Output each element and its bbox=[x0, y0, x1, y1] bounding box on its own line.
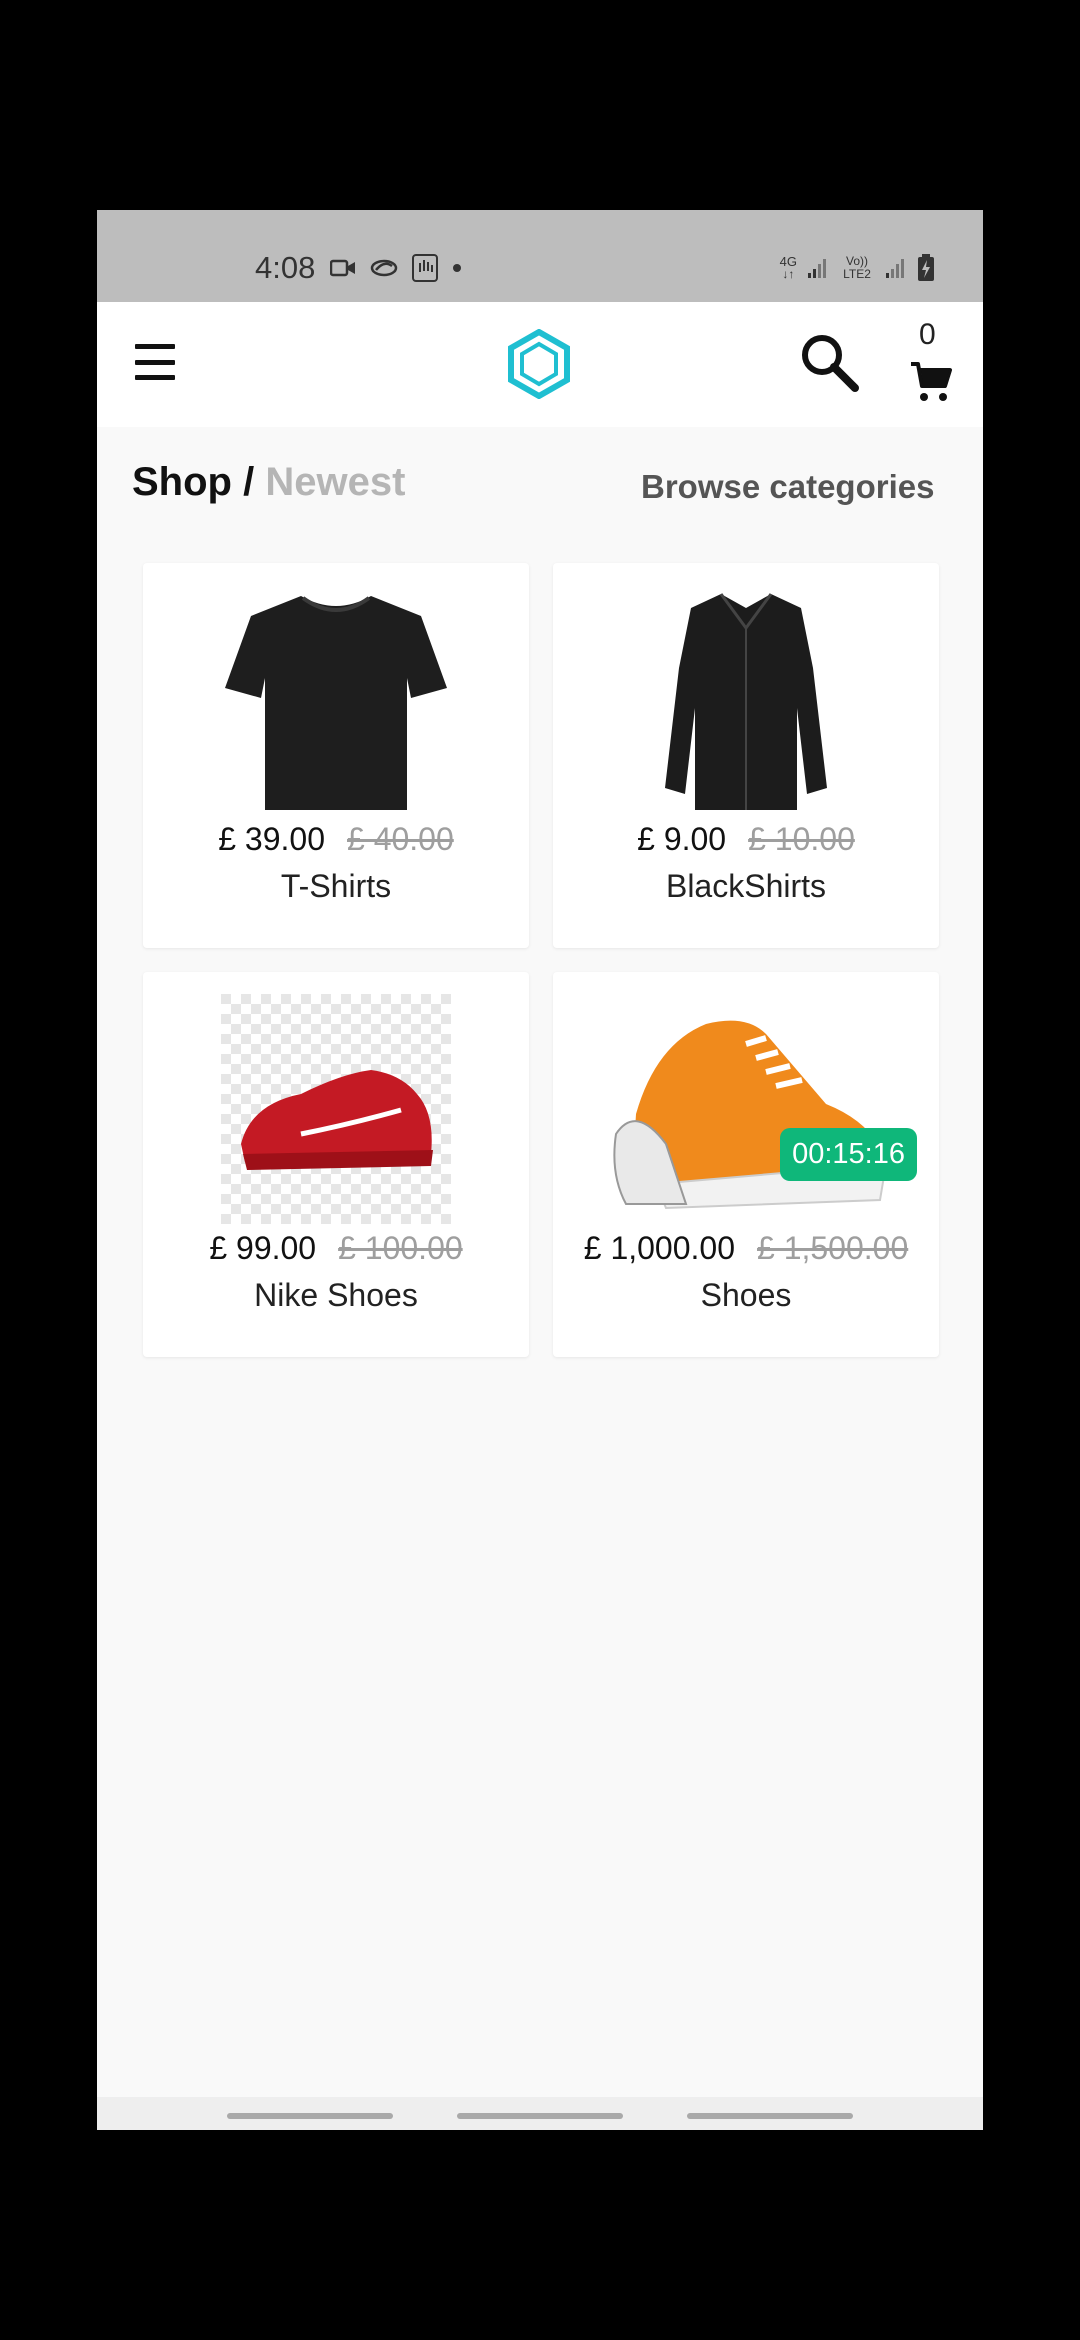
product-name: Shoes bbox=[700, 1277, 792, 1313]
dot-icon bbox=[453, 264, 461, 272]
cart-count-badge: 0 bbox=[919, 318, 936, 351]
product-card[interactable]: £ 99.00 £ 100.00 Nike Shoes bbox=[143, 972, 529, 1357]
video-icon bbox=[330, 259, 355, 277]
product-card[interactable]: 00:15:16 £ 1,000.00 £ 1,500.00 Shoes bbox=[553, 972, 939, 1357]
product-name: BlackShirts bbox=[665, 868, 827, 904]
search-icon[interactable] bbox=[797, 330, 861, 394]
nav-home-handle[interactable] bbox=[457, 2113, 623, 2119]
product-grid: £ 39.00 £ 40.00 T-Shirts £ 9.00 £ 10.00 Bl… bbox=[143, 563, 939, 1357]
product-price: £ 9.00 bbox=[637, 821, 727, 857]
app-logo[interactable] bbox=[504, 329, 574, 399]
price-row: £ 39.00 £ 40.00 bbox=[143, 821, 529, 858]
product-image bbox=[143, 585, 529, 815]
battery-charging-icon bbox=[918, 254, 934, 281]
product-image bbox=[553, 585, 939, 815]
product-name: T-Shirts bbox=[280, 868, 392, 904]
menu-button[interactable] bbox=[135, 344, 179, 380]
volte-icon: Vo)) LTE2 bbox=[843, 254, 871, 281]
signal-icon bbox=[808, 259, 826, 278]
product-card[interactable]: £ 9.00 £ 10.00 BlackShirts bbox=[553, 563, 939, 948]
product-old-price: £ 1,500.00 bbox=[757, 1230, 909, 1266]
status-time: 4:08 bbox=[255, 250, 316, 285]
black-tshirt-image bbox=[225, 595, 447, 810]
app-screen: 4:08 4G ↓↑ Vo)) LTE2 0 Shop / Newest Bro… bbox=[97, 210, 983, 2130]
cart-icon[interactable] bbox=[909, 360, 953, 404]
app-header: 0 bbox=[97, 302, 983, 427]
breadcrumb: Shop / Newest bbox=[132, 460, 405, 505]
red-sneaker-image bbox=[221, 994, 451, 1224]
network-4g-icon: 4G ↓↑ bbox=[779, 254, 797, 281]
status-icons-right: 4G ↓↑ Vo)) LTE2 bbox=[780, 254, 935, 282]
nav-back-handle[interactable] bbox=[227, 2113, 393, 2119]
product-name: Nike Shoes bbox=[254, 1277, 418, 1313]
orange-sneaker-image bbox=[613, 1020, 888, 1210]
product-old-price: £ 10.00 bbox=[748, 821, 855, 857]
signal-2-icon bbox=[886, 259, 904, 278]
menu-icon bbox=[135, 344, 175, 349]
product-price: £ 1,000.00 bbox=[583, 1230, 735, 1266]
price-row: £ 99.00 £ 100.00 bbox=[143, 1230, 529, 1267]
product-price: £ 39.00 bbox=[218, 821, 325, 857]
black-shirt-image bbox=[665, 592, 827, 810]
product-image bbox=[553, 994, 939, 1224]
status-icons-left bbox=[330, 254, 462, 282]
price-row: £ 1,000.00 £ 1,500.00 bbox=[553, 1230, 939, 1267]
product-price: £ 99.00 bbox=[209, 1230, 317, 1266]
gesture-icon bbox=[412, 254, 438, 282]
product-card[interactable]: £ 39.00 £ 40.00 T-Shirts bbox=[143, 563, 529, 948]
breadcrumb-current: Newest bbox=[265, 460, 406, 504]
nav-recents-handle[interactable] bbox=[687, 2113, 853, 2119]
breadcrumb-root[interactable]: Shop / bbox=[132, 460, 254, 504]
product-old-price: £ 40.00 bbox=[347, 821, 454, 857]
price-row: £ 9.00 £ 10.00 bbox=[553, 821, 939, 858]
navigation-bar bbox=[97, 2097, 983, 2130]
product-image bbox=[143, 994, 529, 1224]
product-old-price: £ 100.00 bbox=[338, 1230, 463, 1266]
sync-icon bbox=[370, 259, 398, 277]
countdown-timer-badge: 00:15:16 bbox=[780, 1128, 917, 1181]
browse-categories-link[interactable]: Browse categories bbox=[641, 468, 934, 506]
status-bar: 4:08 4G ↓↑ Vo)) LTE2 bbox=[97, 210, 983, 302]
